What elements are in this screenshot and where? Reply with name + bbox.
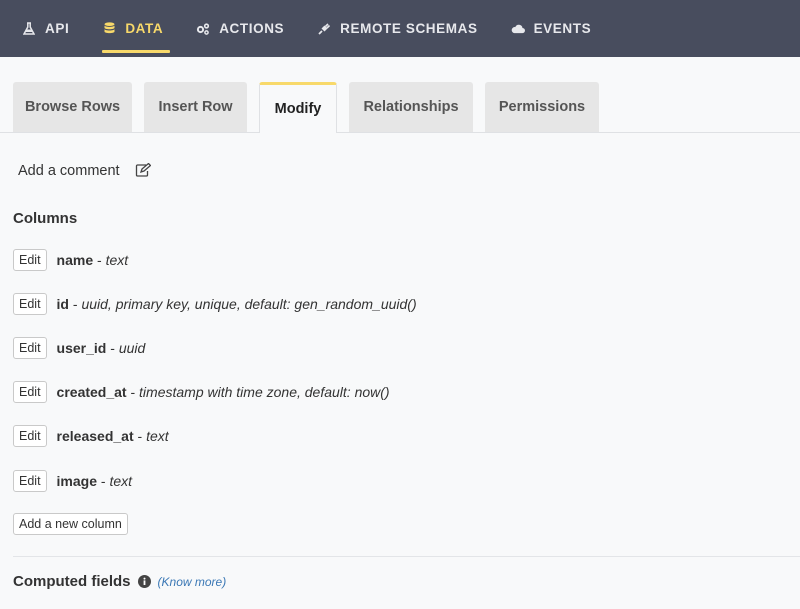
column-name: created_at bbox=[56, 384, 127, 400]
nav-item-label: DATA bbox=[125, 21, 164, 36]
column-row: Edit name - text bbox=[13, 249, 128, 271]
column-type: uuid, primary key, unique, default: gen_… bbox=[81, 296, 417, 312]
add-column-row: Add a new column bbox=[13, 513, 128, 535]
column-row: Edit id - uuid, primary key, unique, def… bbox=[13, 293, 417, 315]
column-separator: - bbox=[126, 384, 140, 400]
nav-item-label: ACTIONS bbox=[219, 21, 285, 36]
section-divider bbox=[13, 556, 800, 557]
table-tabs: Browse Rows Insert Row Modify Relationsh… bbox=[0, 57, 800, 133]
add-new-column-button[interactable]: Add a new column bbox=[13, 513, 128, 535]
column-name: released_at bbox=[56, 428, 134, 444]
column-type: uuid bbox=[118, 340, 146, 356]
tab-insert-row[interactable]: Insert Row bbox=[144, 82, 247, 132]
nav-item-remote-schemas[interactable]: REMOTE SCHEMAS bbox=[309, 0, 494, 57]
column-name: name bbox=[56, 252, 94, 268]
tab-permissions[interactable]: Permissions bbox=[485, 82, 599, 132]
nav-item-events[interactable]: EVENTS bbox=[503, 0, 609, 57]
column-type: text bbox=[146, 428, 169, 444]
column-separator: - bbox=[106, 340, 119, 356]
computed-fields-header: Computed fields (Know more) bbox=[13, 573, 226, 590]
column-type: timestamp with time zone, default: now() bbox=[139, 384, 390, 400]
tab-relationships[interactable]: Relationships bbox=[349, 82, 473, 132]
cloud-icon bbox=[511, 22, 525, 36]
edit-column-button[interactable]: Edit bbox=[13, 425, 47, 447]
database-icon bbox=[102, 22, 116, 36]
tab-browse-rows[interactable]: Browse Rows bbox=[13, 82, 132, 132]
edit-icon[interactable] bbox=[135, 163, 151, 179]
column-separator: - bbox=[69, 296, 82, 312]
nav-item-api[interactable]: API bbox=[14, 0, 86, 57]
column-separator: - bbox=[93, 252, 106, 268]
plug-icon bbox=[317, 22, 331, 36]
know-more-link[interactable]: (Know more) bbox=[158, 575, 227, 589]
column-separator: - bbox=[133, 428, 147, 444]
column-type: text bbox=[105, 252, 129, 268]
flask-icon bbox=[22, 22, 36, 36]
column-row: Edit released_at - text bbox=[13, 425, 169, 447]
tab-modify[interactable]: Modify bbox=[259, 82, 337, 133]
computed-fields-heading: Computed fields bbox=[13, 573, 131, 590]
column-row: Edit created_at - timestamp with time zo… bbox=[13, 381, 390, 403]
nav-item-label: EVENTS bbox=[533, 21, 592, 36]
column-type: text bbox=[109, 473, 133, 489]
edit-column-button[interactable]: Edit bbox=[13, 470, 47, 492]
edit-column-button[interactable]: Edit bbox=[13, 293, 47, 315]
column-row: Edit user_id - uuid bbox=[13, 337, 145, 359]
column-separator: - bbox=[97, 473, 110, 489]
nav-item-data[interactable]: DATA bbox=[94, 0, 180, 57]
column-name: user_id bbox=[56, 340, 107, 356]
top-nav: API DATA ACTIONS REMOTE SCHEMAS EVENTS bbox=[0, 0, 800, 57]
add-comment-label: Add a comment bbox=[18, 163, 120, 179]
comment-row: Add a comment bbox=[18, 163, 151, 179]
nav-item-label: API bbox=[45, 21, 70, 36]
edit-column-button[interactable]: Edit bbox=[13, 249, 47, 271]
nav-item-actions[interactable]: ACTIONS bbox=[188, 0, 301, 57]
column-name: id bbox=[56, 296, 69, 312]
edit-column-button[interactable]: Edit bbox=[13, 337, 47, 359]
edit-column-button[interactable]: Edit bbox=[13, 381, 47, 403]
nav-item-label: REMOTE SCHEMAS bbox=[340, 21, 478, 36]
column-name: image bbox=[56, 473, 98, 489]
info-icon[interactable] bbox=[137, 575, 151, 588]
column-row: Edit image - text bbox=[13, 470, 132, 492]
cogs-icon bbox=[196, 22, 210, 36]
columns-heading: Columns bbox=[13, 210, 78, 227]
